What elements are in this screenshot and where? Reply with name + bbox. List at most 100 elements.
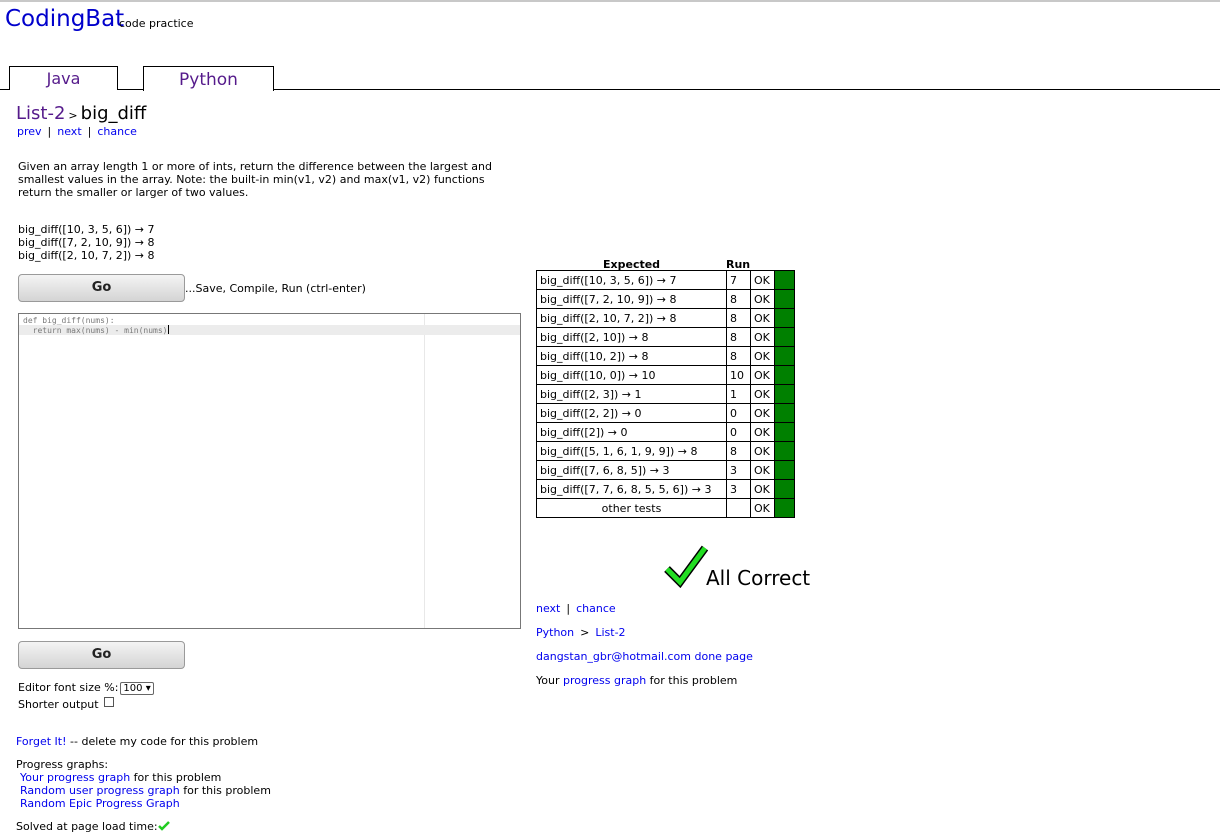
site-tagline: code practice xyxy=(119,17,194,30)
site-logo[interactable]: CodingBat xyxy=(5,6,124,32)
result-status: OK xyxy=(750,441,775,461)
next-link-bottom[interactable]: next xyxy=(536,602,560,615)
after-nav: next | chance xyxy=(536,602,616,615)
example-line: big_diff([7, 2, 10, 9]) → 8 xyxy=(18,236,155,249)
result-pass-indicator xyxy=(774,460,795,480)
result-expected: big_diff([10, 2]) → 8 xyxy=(536,346,727,366)
code-editor[interactable]: def big_diff(nums): return max(nums) - m… xyxy=(18,313,521,629)
forget-it: Forget It! -- delete my code for this pr… xyxy=(16,735,258,748)
result-pass-indicator xyxy=(774,384,795,404)
problem-description: Given an array length 1 or more of ints,… xyxy=(18,160,492,199)
chance-link[interactable]: chance xyxy=(97,125,137,138)
after-breadcrumb: Python > List-2 xyxy=(536,626,626,639)
result-status: OK xyxy=(750,365,775,385)
result-status: OK xyxy=(750,327,775,347)
result-run: 8 xyxy=(726,441,751,461)
code-line: return max(nums) - min(nums) xyxy=(23,325,169,335)
result-expected: big_diff([7, 7, 6, 8, 5, 5, 6]) → 3 xyxy=(536,479,727,499)
result-expected: big_diff([10, 0]) → 10 xyxy=(536,365,727,385)
example-line: big_diff([2, 10, 7, 2]) → 8 xyxy=(18,249,155,262)
examples: big_diff([10, 3, 5, 6]) → 7 big_diff([7,… xyxy=(18,223,155,262)
tab-python[interactable]: Python xyxy=(143,66,274,91)
random-progress-link[interactable]: Random user progress graph xyxy=(20,784,180,797)
result-row: big_diff([7, 7, 6, 8, 5, 5, 6]) → 3 3 OK xyxy=(536,479,795,499)
result-pass-indicator xyxy=(774,346,795,366)
result-expected: big_diff([2, 2]) → 0 xyxy=(536,403,727,423)
user-email-link[interactable]: dangstan_gbr@hotmail.com xyxy=(536,650,691,663)
next-link[interactable]: next xyxy=(57,125,81,138)
result-pass-indicator xyxy=(774,327,795,347)
result-pass-indicator xyxy=(774,308,795,328)
result-status: OK xyxy=(750,270,775,290)
progress-graphs: Progress graphs: Your progress graph for… xyxy=(16,758,271,810)
result-row: big_diff([2, 10]) → 8 8 OK xyxy=(536,327,795,347)
font-size-label: Editor font size %: xyxy=(18,681,119,694)
breadcrumb-cat-link[interactable]: List-2 xyxy=(595,626,625,639)
result-row: big_diff([2]) → 0 0 OK xyxy=(536,422,795,442)
result-row: big_diff([10, 0]) → 10 10 OK xyxy=(536,365,795,385)
result-pass-indicator xyxy=(774,479,795,499)
nav-divider: | xyxy=(87,125,92,138)
result-expected: big_diff([2, 10, 7, 2]) → 8 xyxy=(536,308,727,328)
result-pass-indicator xyxy=(774,422,795,442)
progress-prefix: Your xyxy=(536,674,563,687)
progress-graph-link[interactable]: progress graph xyxy=(563,674,646,687)
forget-it-link[interactable]: Forget It! xyxy=(16,735,67,748)
result-pass-indicator xyxy=(774,498,795,518)
shorter-output-label: Shorter output xyxy=(18,698,99,711)
nav-divider: | xyxy=(47,125,52,138)
shorter-output-checkbox[interactable] xyxy=(103,697,114,707)
chance-link-bottom[interactable]: chance xyxy=(576,602,616,615)
solved-label: Solved at page load time: xyxy=(16,820,158,833)
breadcrumb: List-2 > big_diff xyxy=(16,103,146,124)
result-row: big_diff([7, 6, 8, 5]) → 3 3 OK xyxy=(536,460,795,480)
prev-link[interactable]: prev xyxy=(17,125,42,138)
done-page-link[interactable]: done page xyxy=(695,650,753,663)
result-pass-indicator xyxy=(774,441,795,461)
text-cursor xyxy=(167,325,169,334)
check-icon xyxy=(664,545,708,588)
breadcrumb-lang-link[interactable]: Python xyxy=(536,626,574,639)
result-run: 10 xyxy=(726,365,751,385)
solved-status: Solved at page load time: xyxy=(16,820,170,833)
tab-java[interactable]: Java xyxy=(9,66,118,90)
progress-suffix: for this problem xyxy=(179,784,271,797)
progress-suffix: for this problem xyxy=(646,674,738,687)
result-expected: big_diff([7, 6, 8, 5]) → 3 xyxy=(536,460,727,480)
epic-progress-link[interactable]: Random Epic Progress Graph xyxy=(20,797,180,810)
result-expected: big_diff([2, 10]) → 8 xyxy=(536,327,727,347)
result-run: 3 xyxy=(726,479,751,499)
font-size-select[interactable]: 100 ▾ xyxy=(120,682,154,695)
your-progress-link[interactable]: Your progress graph xyxy=(20,771,130,784)
result-row: other tests OK xyxy=(536,498,795,518)
result-expected: big_diff([10, 3, 5, 6]) → 7 xyxy=(536,270,727,290)
result-expected: big_diff([2, 3]) → 1 xyxy=(536,384,727,404)
result-status: OK xyxy=(750,498,775,518)
breadcrumb-category[interactable]: List-2 xyxy=(16,103,65,124)
result-row: big_diff([10, 3, 5, 6]) → 7 7 OK xyxy=(536,270,795,290)
result-status: OK xyxy=(750,384,775,404)
code-line: def big_diff(nums): xyxy=(23,316,115,325)
result-run: 0 xyxy=(726,403,751,423)
result-expected: big_diff([7, 2, 10, 9]) → 8 xyxy=(536,289,727,309)
code-text: return max(nums) - min(nums) xyxy=(23,326,168,335)
breadcrumb-separator: > xyxy=(580,626,590,639)
result-run xyxy=(726,498,751,518)
go-button-bottom[interactable]: Go xyxy=(18,641,185,669)
result-run: 8 xyxy=(726,289,751,309)
result-expected: other tests xyxy=(536,498,727,518)
result-row: big_diff([7, 2, 10, 9]) → 8 8 OK xyxy=(536,289,795,309)
result-status: OK xyxy=(750,289,775,309)
result-run: 8 xyxy=(726,327,751,347)
result-run: 1 xyxy=(726,384,751,404)
result-status: OK xyxy=(750,460,775,480)
result-run: 7 xyxy=(726,270,751,290)
forget-it-text: -- delete my code for this problem xyxy=(66,735,259,748)
result-row: big_diff([2, 10, 7, 2]) → 8 8 OK xyxy=(536,308,795,328)
example-line: big_diff([10, 3, 5, 6]) → 7 xyxy=(18,223,155,236)
result-pass-indicator xyxy=(774,365,795,385)
result-status: OK xyxy=(750,308,775,328)
go-button[interactable]: Go xyxy=(18,274,185,302)
result-run: 0 xyxy=(726,422,751,442)
font-size-option: Editor font size %: 100 ▾ xyxy=(18,681,154,695)
